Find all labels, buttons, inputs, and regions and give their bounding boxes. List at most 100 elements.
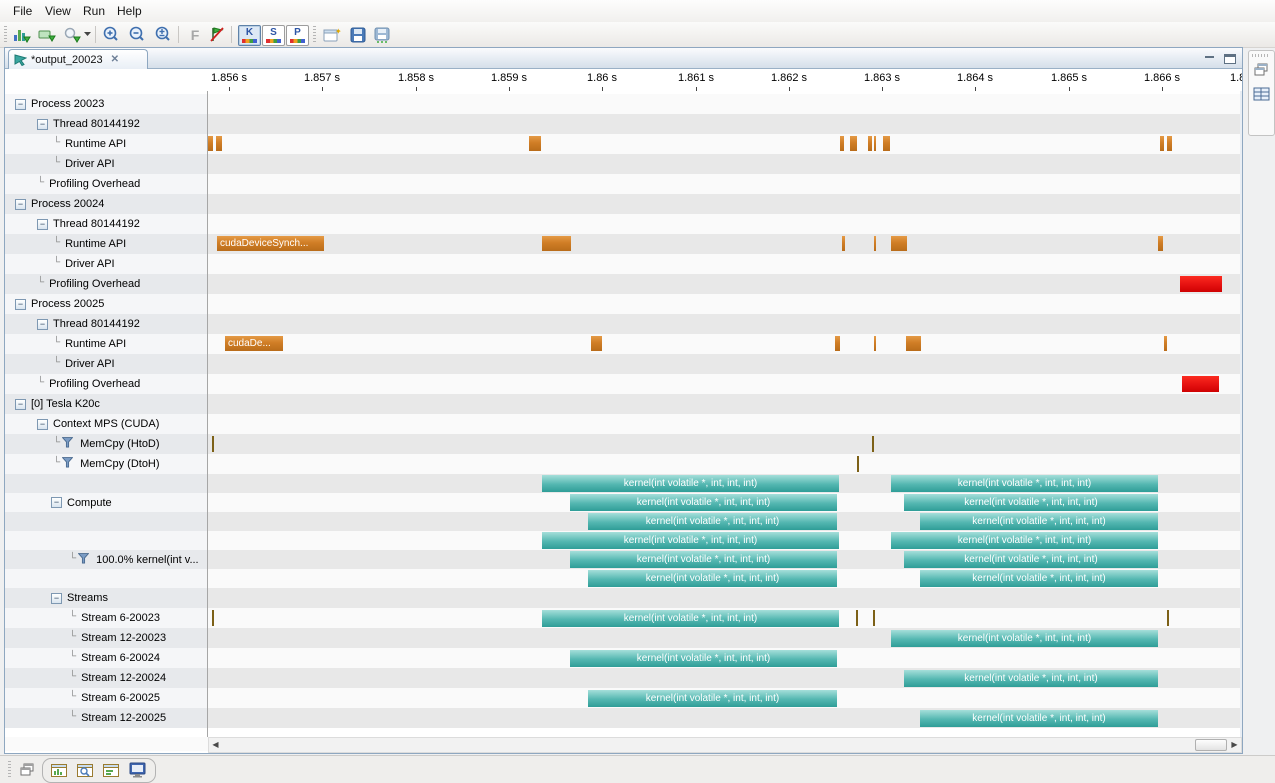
tree-item-profiling-overhead[interactable]: └Profiling Overhead bbox=[5, 274, 239, 294]
kernel-bar[interactable]: kernel(int volatile *, int, int, int) bbox=[542, 475, 839, 492]
profiling-overhead-bar[interactable] bbox=[1180, 276, 1222, 292]
collapse-icon[interactable]: − bbox=[15, 99, 26, 110]
memcpy-tick[interactable] bbox=[856, 610, 858, 626]
runtime-api-bar[interactable] bbox=[883, 136, 890, 151]
tree-item-thread-80144192[interactable]: −Thread 80144192 bbox=[5, 214, 239, 234]
collapse-icon[interactable]: − bbox=[37, 119, 48, 130]
menu-view[interactable]: View bbox=[40, 2, 76, 20]
filter-funnel-icon[interactable] bbox=[78, 553, 89, 567]
details-view-icon[interactable] bbox=[77, 763, 93, 777]
tree-item-thread-80144192[interactable]: −Thread 80144192 bbox=[5, 314, 239, 334]
tree-timeline-splitter[interactable] bbox=[207, 91, 208, 737]
timeline-lane-profiling-overhead[interactable] bbox=[208, 274, 1240, 294]
restore-pane-icon[interactable] bbox=[20, 763, 35, 781]
tree-item-stream-12-20024[interactable]: └Stream 12-20024 bbox=[5, 668, 271, 688]
kernel-bar[interactable]: kernel(int volatile *, int, int, int) bbox=[588, 513, 837, 530]
minimize-view-icon[interactable] bbox=[1203, 52, 1217, 64]
collapse-icon[interactable]: − bbox=[15, 399, 26, 410]
kernel-bar[interactable]: kernel(int volatile *, int, int, int) bbox=[588, 690, 837, 707]
runtime-api-bar[interactable] bbox=[835, 336, 840, 351]
runtime-api-bar[interactable] bbox=[874, 136, 876, 151]
process-color-toggle[interactable]: P bbox=[286, 25, 309, 46]
memcpy-tick[interactable] bbox=[212, 610, 214, 626]
zoom-out-icon[interactable] bbox=[126, 24, 148, 45]
scroll-left-icon[interactable]: ◀ bbox=[209, 738, 222, 750]
kernel-bar[interactable]: kernel(int volatile *, int, int, int) bbox=[891, 475, 1158, 492]
kernel-bar[interactable]: kernel(int volatile *, int, int, int) bbox=[542, 610, 839, 627]
menu-help[interactable]: Help bbox=[112, 2, 147, 20]
horizontal-scrollbar[interactable]: ◀ ▶ bbox=[208, 737, 1242, 753]
runtime-api-bar[interactable] bbox=[542, 236, 571, 251]
timeline-lane-runtime-api[interactable] bbox=[208, 134, 1240, 154]
stream-color-toggle[interactable]: S bbox=[262, 25, 285, 46]
flag-no-icon[interactable] bbox=[206, 24, 228, 45]
kernel-bar[interactable]: kernel(int volatile *, int, int, int) bbox=[920, 710, 1158, 727]
memcpy-tick[interactable] bbox=[857, 456, 859, 472]
kernel-bar[interactable]: kernel(int volatile *, int, int, int) bbox=[891, 630, 1158, 647]
scroll-right-icon[interactable]: ▶ bbox=[1228, 738, 1241, 750]
zoom-fit-icon[interactable] bbox=[152, 24, 174, 45]
kernel-bar[interactable]: kernel(int volatile *, int, int, int) bbox=[920, 513, 1158, 530]
tree-item-stream-6-20024[interactable]: └Stream 6-20024 bbox=[5, 648, 271, 668]
tree-item-process-20024[interactable]: −Process 20024 bbox=[5, 194, 217, 214]
timeline-lane-0-tesla-k20c[interactable] bbox=[208, 394, 1240, 414]
timeline-lane-driver-api[interactable] bbox=[208, 254, 1240, 274]
runtime-api-bar[interactable] bbox=[891, 236, 907, 251]
save-icon[interactable] bbox=[347, 24, 369, 45]
kernel-bar[interactable]: kernel(int volatile *, int, int, int) bbox=[891, 532, 1158, 549]
tree-item-stream-6-20023[interactable]: └Stream 6-20023 bbox=[5, 608, 271, 628]
tree-item-process-20023[interactable]: −Process 20023 bbox=[5, 94, 217, 114]
timeline-lane-driver-api[interactable] bbox=[208, 154, 1240, 174]
runtime-api-bar[interactable] bbox=[1167, 136, 1172, 151]
kernel-color-toggle[interactable]: K bbox=[238, 25, 261, 46]
runtime-api-bar[interactable] bbox=[591, 336, 602, 351]
tree-item-0-tesla-k20c[interactable]: −[0] Tesla K20c bbox=[5, 394, 217, 414]
timeline-lane-process-20024[interactable] bbox=[208, 194, 1240, 214]
timeline-lane-streams[interactable] bbox=[208, 588, 1240, 608]
runtime-api-bar[interactable] bbox=[208, 136, 213, 151]
runtime-api-bar[interactable] bbox=[874, 336, 876, 351]
runtime-api-bar[interactable] bbox=[1164, 336, 1167, 351]
timeline-lane-context-mps-cuda[interactable] bbox=[208, 414, 1240, 434]
restore-views-icon[interactable] bbox=[1254, 63, 1269, 81]
timeline-lane-thread-80144192[interactable] bbox=[208, 114, 1240, 134]
tree-item-profiling-overhead[interactable]: └Profiling Overhead bbox=[5, 174, 239, 194]
tree-item-runtime-api[interactable]: └Runtime API bbox=[5, 334, 255, 354]
collapse-icon[interactable]: − bbox=[15, 199, 26, 210]
collapse-icon[interactable]: − bbox=[51, 593, 62, 604]
tab-close-icon[interactable]: ✕ bbox=[111, 54, 119, 65]
timeline-lane-driver-api[interactable] bbox=[208, 354, 1240, 374]
timeline-lane-profiling-overhead[interactable] bbox=[208, 174, 1240, 194]
collect-metrics-icon[interactable] bbox=[36, 24, 58, 45]
collapse-icon[interactable]: − bbox=[15, 299, 26, 310]
scrollbar-thumb[interactable] bbox=[1195, 739, 1227, 751]
runtime-api-bar[interactable] bbox=[842, 236, 845, 251]
runtime-api-bar[interactable] bbox=[850, 136, 857, 151]
timeline-lane-process-20025[interactable] bbox=[208, 294, 1240, 314]
timeline-lane-runtime-api[interactable] bbox=[208, 234, 1240, 254]
runtime-api-bar[interactable] bbox=[216, 136, 222, 151]
time-ruler[interactable]: 1.856 s1.857 s1.858 s1.859 s1.86 s1.861 … bbox=[5, 69, 1242, 92]
runtime-api-bar[interactable] bbox=[906, 336, 921, 351]
menu-file[interactable]: File bbox=[8, 2, 37, 20]
kernel-bar[interactable]: kernel(int volatile *, int, int, int) bbox=[570, 494, 837, 511]
analysis-view-icon[interactable] bbox=[51, 763, 67, 777]
runtime-api-bar[interactable] bbox=[868, 136, 872, 151]
timeline-lane-runtime-api[interactable] bbox=[208, 334, 1240, 354]
kernel-bar[interactable]: kernel(int volatile *, int, int, int) bbox=[904, 670, 1158, 687]
memcpy-tick[interactable] bbox=[872, 436, 874, 452]
kernel-bar[interactable]: kernel(int volatile *, int, int, int) bbox=[588, 570, 837, 587]
tree-item-compute[interactable]: −Compute bbox=[5, 474, 253, 531]
tree-item-thread-80144192[interactable]: −Thread 80144192 bbox=[5, 114, 239, 134]
tree-item-stream-12-20023[interactable]: └Stream 12-20023 bbox=[5, 628, 271, 648]
tree-item-driver-api[interactable]: └Driver API bbox=[5, 254, 255, 274]
timeline-lane-memcpy-dtoh[interactable] bbox=[208, 454, 1240, 474]
tree-item-memcpy-htod[interactable]: └MemCpy (HtoD) bbox=[5, 434, 255, 454]
tree-item-stream-12-20025[interactable]: └Stream 12-20025 bbox=[5, 708, 271, 728]
kernel-bar[interactable]: kernel(int volatile *, int, int, int) bbox=[570, 650, 837, 667]
timeline-lane-process-20023[interactable] bbox=[208, 94, 1240, 114]
console-view-icon[interactable] bbox=[129, 762, 147, 783]
tree-item-context-mps-cuda[interactable]: −Context MPS (CUDA) bbox=[5, 414, 239, 434]
runtime-api-bar[interactable] bbox=[840, 136, 844, 151]
kernel-bar[interactable]: kernel(int volatile *, int, int, int) bbox=[570, 551, 837, 568]
